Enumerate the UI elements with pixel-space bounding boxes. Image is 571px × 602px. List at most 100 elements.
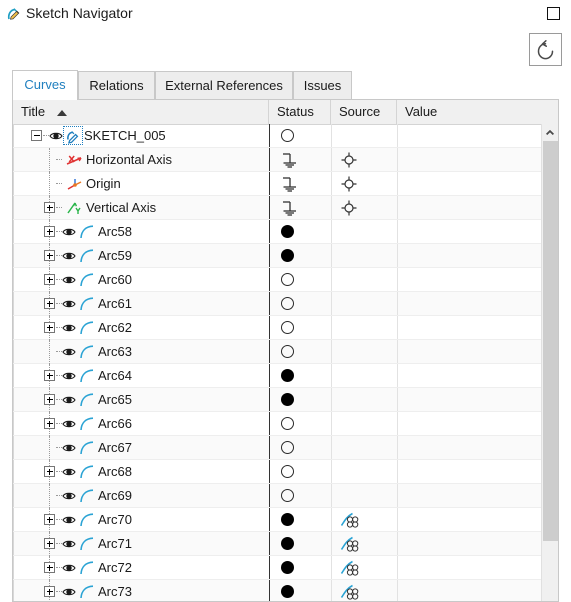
visibility-eye-icon[interactable]: [62, 249, 76, 266]
expand-button[interactable]: [44, 202, 55, 213]
table-row[interactable]: Arc60: [13, 268, 542, 292]
visibility-eye-icon[interactable]: [62, 513, 76, 530]
cell-title[interactable]: Arc70: [13, 508, 269, 532]
table-row[interactable]: Arc64: [13, 364, 542, 388]
table-row[interactable]: Vertical Axis: [13, 196, 542, 220]
collapse-button[interactable]: [31, 130, 42, 141]
table-row[interactable]: Arc66: [13, 412, 542, 436]
table-row[interactable]: Arc63: [13, 340, 542, 364]
cell-title[interactable]: Arc59: [13, 244, 269, 268]
visibility-eye-icon[interactable]: [62, 561, 76, 578]
cell-title[interactable]: Arc60: [13, 268, 269, 292]
cell-title[interactable]: Arc61: [13, 292, 269, 316]
cell-title[interactable]: Origin: [13, 172, 269, 196]
expand-button[interactable]: [44, 466, 55, 477]
table-row[interactable]: Arc69: [13, 484, 542, 508]
visibility-eye-icon[interactable]: [62, 225, 76, 242]
cell-title[interactable]: Arc58: [13, 220, 269, 244]
row-title-label: Arc62: [98, 320, 132, 335]
table-row[interactable]: Arc73: [13, 580, 542, 601]
pattern-icon: [340, 535, 360, 556]
expand-button[interactable]: [44, 322, 55, 333]
visibility-eye-icon[interactable]: [62, 393, 76, 410]
table-row[interactable]: Arc59: [13, 244, 542, 268]
expand-button[interactable]: [44, 250, 55, 261]
table-row[interactable]: Arc61: [13, 292, 542, 316]
table-row[interactable]: Arc72: [13, 556, 542, 580]
tab-external-references[interactable]: External References: [155, 71, 293, 100]
cell-title[interactable]: Horizontal Axis: [13, 148, 269, 172]
cell-title[interactable]: Arc73: [13, 580, 269, 601]
cell-title[interactable]: Arc72: [13, 556, 269, 580]
cell-title[interactable]: Arc62: [13, 316, 269, 340]
cell-title[interactable]: Arc69: [13, 484, 269, 508]
cell-title[interactable]: Arc64: [13, 364, 269, 388]
row-title-label: Arc64: [98, 368, 132, 383]
visibility-eye-icon[interactable]: [62, 321, 76, 338]
tab-issues[interactable]: Issues: [293, 71, 352, 100]
visibility-eye-icon[interactable]: [62, 465, 76, 482]
selection-highlight: [63, 126, 83, 145]
expand-button[interactable]: [44, 226, 55, 237]
table-row[interactable]: Horizontal Axis: [13, 148, 542, 172]
visibility-eye-icon[interactable]: [62, 417, 76, 434]
column-divider: [331, 268, 332, 291]
column-header-value[interactable]: Value: [397, 100, 558, 124]
tab-curves[interactable]: Curves: [12, 70, 78, 100]
row-left-border: [13, 508, 14, 531]
column-divider: [397, 556, 398, 579]
visibility-eye-icon[interactable]: [62, 537, 76, 554]
column-header-source[interactable]: Source: [331, 100, 397, 124]
visibility-eye-icon[interactable]: [62, 345, 76, 362]
column-header-status[interactable]: Status: [269, 100, 331, 124]
cell-title[interactable]: Arc68: [13, 460, 269, 484]
visibility-eye-icon[interactable]: [62, 273, 76, 290]
table-row[interactable]: Arc68: [13, 460, 542, 484]
expand-button[interactable]: [44, 538, 55, 549]
table-row[interactable]: Arc70: [13, 508, 542, 532]
cell-title[interactable]: Arc63: [13, 340, 269, 364]
column-header-title[interactable]: Title: [13, 100, 269, 124]
cell-title[interactable]: Vertical Axis: [13, 196, 269, 220]
row-left-border: [13, 124, 14, 147]
table-row[interactable]: Origin: [13, 172, 542, 196]
table-row[interactable]: Arc58: [13, 220, 542, 244]
expand-button[interactable]: [44, 370, 55, 381]
expand-button[interactable]: [44, 298, 55, 309]
row-left-border: [13, 556, 14, 579]
cell-title[interactable]: Arc71: [13, 532, 269, 556]
tab-relations[interactable]: Relations: [78, 71, 155, 100]
cell-title[interactable]: SKETCH_005: [13, 124, 269, 147]
horizontal-axis-icon: [66, 155, 82, 165]
column-divider: [397, 244, 398, 267]
visibility-eye-icon[interactable]: [49, 129, 63, 146]
expand-button[interactable]: [44, 586, 55, 597]
table-row[interactable]: SKETCH_005: [13, 124, 542, 148]
expand-button[interactable]: [44, 418, 55, 429]
visibility-eye-icon[interactable]: [62, 585, 76, 601]
maximize-button[interactable]: [547, 6, 563, 22]
visibility-eye-icon[interactable]: [62, 489, 76, 506]
scroll-up-button[interactable]: [542, 124, 558, 141]
fully-constrained-status-icon: [281, 225, 294, 238]
reset-button[interactable]: [529, 33, 562, 66]
cell-source: [339, 292, 369, 315]
expand-button[interactable]: [44, 274, 55, 285]
expand-button[interactable]: [44, 562, 55, 573]
visibility-eye-icon[interactable]: [62, 441, 76, 458]
expand-button[interactable]: [44, 514, 55, 525]
table-row[interactable]: Arc62: [13, 316, 542, 340]
table-row[interactable]: Arc71: [13, 532, 542, 556]
table-row[interactable]: Arc65: [13, 388, 542, 412]
scrollbar-thumb[interactable]: [543, 141, 558, 541]
column-divider: [331, 364, 332, 387]
visibility-eye-icon[interactable]: [62, 297, 76, 314]
expand-button[interactable]: [44, 394, 55, 405]
visibility-eye-icon[interactable]: [62, 369, 76, 386]
vertical-scrollbar[interactable]: [541, 124, 558, 601]
cell-title[interactable]: Arc66: [13, 412, 269, 436]
cell-title[interactable]: Arc67: [13, 436, 269, 460]
cell-title[interactable]: Arc65: [13, 388, 269, 412]
pattern-icon: [340, 511, 360, 532]
table-row[interactable]: Arc67: [13, 436, 542, 460]
